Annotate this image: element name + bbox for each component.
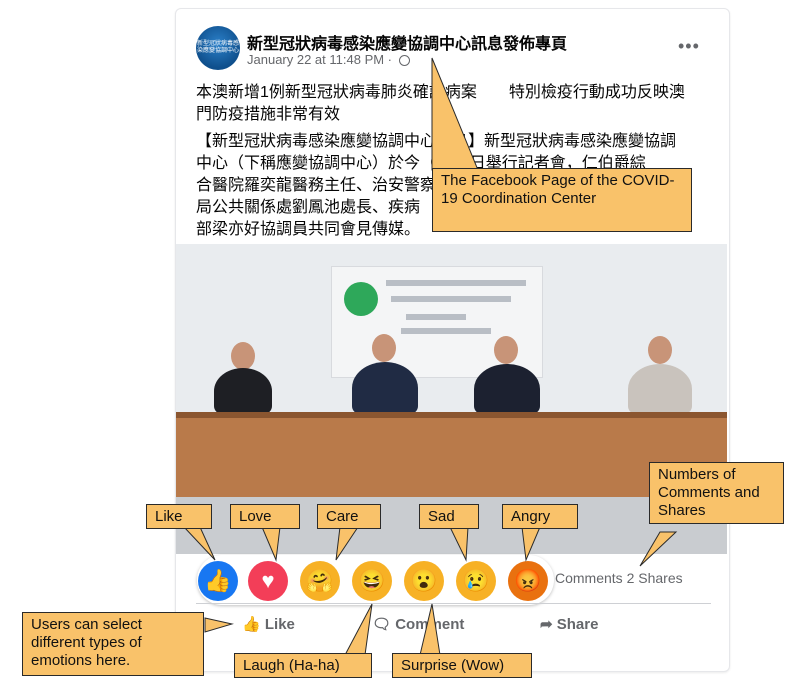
desk <box>176 412 727 503</box>
callout-surprise: Surprise (Wow) <box>392 653 532 678</box>
page-name[interactable]: 新型冠狀病毒感染應變協調中心訊息發佈專頁 <box>247 30 567 54</box>
divider <box>196 603 711 604</box>
comment-button[interactable]: 🗨 Comment <box>372 615 464 633</box>
person-body <box>628 364 692 414</box>
comment-icon: 🗨 <box>372 616 396 633</box>
person-body <box>214 368 272 414</box>
engagement-counts[interactable]: Comments 2 Shares <box>555 570 683 586</box>
callout-angry: Angry <box>502 504 578 529</box>
care-reaction-icon[interactable]: 🤗 <box>300 561 340 601</box>
share-label: Share <box>556 616 599 633</box>
person-head <box>494 336 518 364</box>
like-label: Like <box>264 616 295 633</box>
page-avatar[interactable]: 新型冠狀病毒感染應變協調中心 <box>196 26 240 70</box>
more-options-icon[interactable]: ••• <box>678 36 700 57</box>
callout-numbers: Numbers of Comments and Shares <box>649 462 784 524</box>
wow-reaction-icon[interactable]: 😮 <box>404 561 444 601</box>
sign-text-line <box>406 314 466 320</box>
share-button[interactable]: ➦ Share <box>540 615 598 633</box>
haha-reaction-icon[interactable]: 😆 <box>352 561 392 601</box>
angry-reaction-icon[interactable]: 😡 <box>508 561 548 601</box>
health-logo-icon <box>344 282 378 316</box>
person-head <box>372 334 396 362</box>
callout-page: The Facebook Page of the COVID-19 Coordi… <box>432 168 692 232</box>
sign-text-line <box>391 296 511 302</box>
callout-sad: Sad <box>419 504 479 529</box>
post-body-line1: 【新型冠狀病毒感染應變協調中心消息】新型冠狀病毒感染應變協調 <box>196 133 677 150</box>
timestamp-text: January 22 at 11:48 PM · <box>247 52 396 67</box>
post-timestamp[interactable]: January 22 at 11:48 PM · <box>247 52 410 67</box>
post-headline-line1: 本澳新增1例新型冠狀病毒肺炎確診病案 特別檢疫行動成功反映澳 <box>196 84 685 101</box>
post-headline-line2: 門防疫措施非常有效 <box>196 106 341 123</box>
sad-reaction-icon[interactable]: 😢 <box>456 561 496 601</box>
person-head <box>648 336 672 364</box>
thumbs-up-icon: 👍 <box>242 616 265 633</box>
share-icon: ➦ <box>540 616 557 633</box>
sign-text-line <box>386 280 526 286</box>
comment-label: Comment <box>395 616 465 633</box>
love-reaction-icon[interactable]: ♥ <box>248 561 288 601</box>
person-body <box>474 364 540 414</box>
callout-like: Like <box>146 504 212 529</box>
callout-laugh: Laugh (Ha-ha) <box>234 653 372 678</box>
like-reaction-icon[interactable]: 👍 <box>198 561 238 601</box>
avatar-label: 新型冠狀病毒感染應變協調中心 <box>196 41 239 54</box>
callout-love: Love <box>230 504 300 529</box>
sign-text-line <box>401 328 491 334</box>
person-body <box>352 362 418 414</box>
callout-select: Users can select different types of emot… <box>22 612 204 676</box>
globe-icon <box>398 55 410 66</box>
person-head <box>231 342 255 370</box>
like-button[interactable]: 👍 Like <box>242 615 295 633</box>
callout-care: Care <box>317 504 381 529</box>
